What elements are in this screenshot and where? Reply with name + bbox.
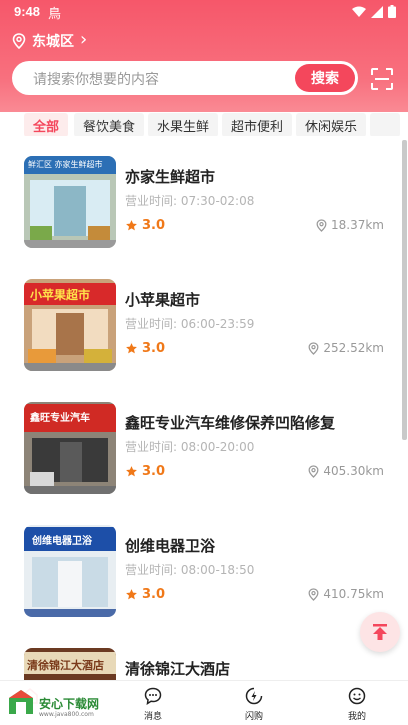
tab-messages-label: 消息 bbox=[143, 712, 162, 722]
rating-value: 3.0 bbox=[142, 218, 166, 233]
location-selector[interactable]: 东城区 › bbox=[12, 31, 87, 51]
tab-messages[interactable]: 消息 bbox=[123, 687, 183, 722]
location-pin-icon bbox=[308, 341, 319, 355]
scrollbar[interactable] bbox=[402, 140, 407, 440]
tab-profile-label: 我的 bbox=[347, 712, 366, 722]
location-label: 东城区 bbox=[32, 34, 74, 50]
location-pin-icon bbox=[308, 587, 319, 601]
store-name: 创维电器卫浴 bbox=[125, 537, 216, 555]
location-pin-icon bbox=[12, 33, 26, 49]
tab-supermarket[interactable]: 超市便利 bbox=[222, 113, 293, 136]
arrow-up-icon bbox=[373, 624, 387, 640]
search-button[interactable]: 搜索 bbox=[295, 64, 355, 92]
store-card[interactable]: 创维电器卫浴 创维电器卫浴 营业时间: 08:00-18:50 3.0 410.… bbox=[24, 525, 404, 625]
store-hours: 营业时间: 07:30-02:08 bbox=[125, 194, 255, 208]
distance-value: 18.37km bbox=[331, 218, 384, 232]
wifi-icon bbox=[352, 6, 366, 17]
store-photo: 清徐锦江大酒店 bbox=[24, 648, 116, 680]
store-name: 鑫旺专业汽车维修保养凹陷修复 bbox=[125, 414, 336, 432]
watermark-logo-icon bbox=[9, 690, 33, 714]
store-card[interactable]: 小苹果超市 小苹果超市 营业时间: 06:00-23:59 3.0 252.52… bbox=[24, 279, 404, 379]
tab-more[interactable] bbox=[370, 113, 400, 136]
distance-value: 252.52km bbox=[323, 341, 384, 355]
location-pin-icon bbox=[316, 218, 327, 232]
tab-fresh-fruit[interactable]: 水果生鲜 bbox=[148, 113, 219, 136]
store-rating: 3.0 bbox=[125, 341, 165, 356]
store-name: 清徐锦江大酒店 bbox=[125, 660, 231, 678]
store-distance: 410.75km bbox=[308, 587, 384, 601]
star-icon bbox=[126, 589, 137, 600]
store-name: 亦家生鲜超市 bbox=[125, 168, 216, 186]
scan-icon[interactable] bbox=[370, 67, 394, 91]
back-to-top-button[interactable] bbox=[360, 612, 400, 652]
distance-value: 410.75km bbox=[323, 587, 384, 601]
store-rating: 3.0 bbox=[125, 464, 165, 479]
store-distance: 252.52km bbox=[308, 341, 384, 355]
star-icon bbox=[126, 343, 137, 354]
location-pin-icon bbox=[308, 464, 319, 478]
rating-value: 3.0 bbox=[142, 587, 166, 602]
header: 9:48 鳥 东城区 › 请搜索你想要的内容 搜索 bbox=[0, 0, 408, 112]
store-rating: 3.0 bbox=[125, 587, 165, 602]
store-distance: 405.30km bbox=[308, 464, 384, 478]
store-rating: 3.0 bbox=[125, 218, 165, 233]
distance-value: 405.30km bbox=[323, 464, 384, 478]
notification-app-icon: 鳥 bbox=[48, 6, 62, 21]
store-sign-text: 鲜汇区 亦家生鲜超市 bbox=[28, 160, 103, 169]
store-sign-text: 创维电器卫浴 bbox=[32, 536, 92, 547]
signal-icon bbox=[371, 5, 383, 18]
store-card[interactable]: 鑫旺专业汽车 鑫旺专业汽车维修保养凹陷修复 营业时间: 08:00-20:00 … bbox=[24, 402, 404, 502]
battery-icon bbox=[388, 5, 396, 18]
store-name: 小苹果超市 bbox=[125, 291, 201, 309]
store-sign-text: 清徐锦江大酒店 bbox=[27, 659, 104, 672]
tab-food[interactable]: 餐饮美食 bbox=[74, 113, 145, 136]
tab-all[interactable]: 全部 bbox=[24, 113, 69, 136]
status-time: 9:48 bbox=[14, 4, 41, 19]
tab-flash-sale-label: 闪购 bbox=[244, 712, 263, 722]
watermark: 安心下载网 www.java800.com bbox=[2, 683, 110, 723]
profile-icon bbox=[348, 687, 366, 705]
chevron-right-icon: › bbox=[80, 29, 88, 50]
store-hours: 营业时间: 08:00-20:00 bbox=[125, 440, 255, 454]
flash-icon bbox=[245, 687, 263, 705]
status-bar: 9:48 鳥 bbox=[0, 0, 408, 26]
store-photo: 鑫旺专业汽车 bbox=[24, 402, 116, 494]
store-hours: 营业时间: 06:00-23:59 bbox=[125, 317, 255, 331]
store-card[interactable]: 鲜汇区 亦家生鲜超市 亦家生鲜超市 营业时间: 07:30-02:08 3.0 … bbox=[24, 156, 404, 256]
search-input[interactable]: 请搜索你想要的内容 搜索 bbox=[12, 61, 358, 95]
store-photo: 鲜汇区 亦家生鲜超市 bbox=[24, 156, 116, 248]
tab-profile[interactable]: 我的 bbox=[327, 687, 387, 722]
category-tabs: 全部 餐饮美食 水果生鲜 超市便利 休闲娱乐 bbox=[0, 112, 408, 136]
rating-value: 3.0 bbox=[142, 464, 166, 479]
store-sign-text: 小苹果超市 bbox=[30, 288, 91, 302]
store-card[interactable]: 清徐锦江大酒店 清徐锦江大酒店 bbox=[24, 648, 404, 680]
rating-value: 3.0 bbox=[142, 341, 166, 356]
store-photo: 创维电器卫浴 bbox=[24, 525, 116, 617]
store-distance: 18.37km bbox=[316, 218, 384, 232]
tab-flash-sale[interactable]: 闪购 bbox=[224, 687, 284, 722]
search-placeholder: 请搜索你想要的内容 bbox=[33, 72, 159, 88]
message-icon bbox=[144, 687, 162, 705]
tab-leisure[interactable]: 休闲娱乐 bbox=[296, 113, 367, 136]
star-icon bbox=[126, 220, 137, 231]
watermark-url: www.java800.com bbox=[39, 711, 94, 718]
star-icon bbox=[126, 466, 137, 477]
store-sign-text: 鑫旺专业汽车 bbox=[30, 413, 90, 424]
store-hours: 营业时间: 08:00-18:50 bbox=[125, 563, 255, 577]
store-photo: 小苹果超市 bbox=[24, 279, 116, 371]
watermark-text: 安心下载网 bbox=[39, 697, 100, 711]
store-list: 鲜汇区 亦家生鲜超市 亦家生鲜超市 营业时间: 07:30-02:08 3.0 … bbox=[0, 136, 408, 680]
